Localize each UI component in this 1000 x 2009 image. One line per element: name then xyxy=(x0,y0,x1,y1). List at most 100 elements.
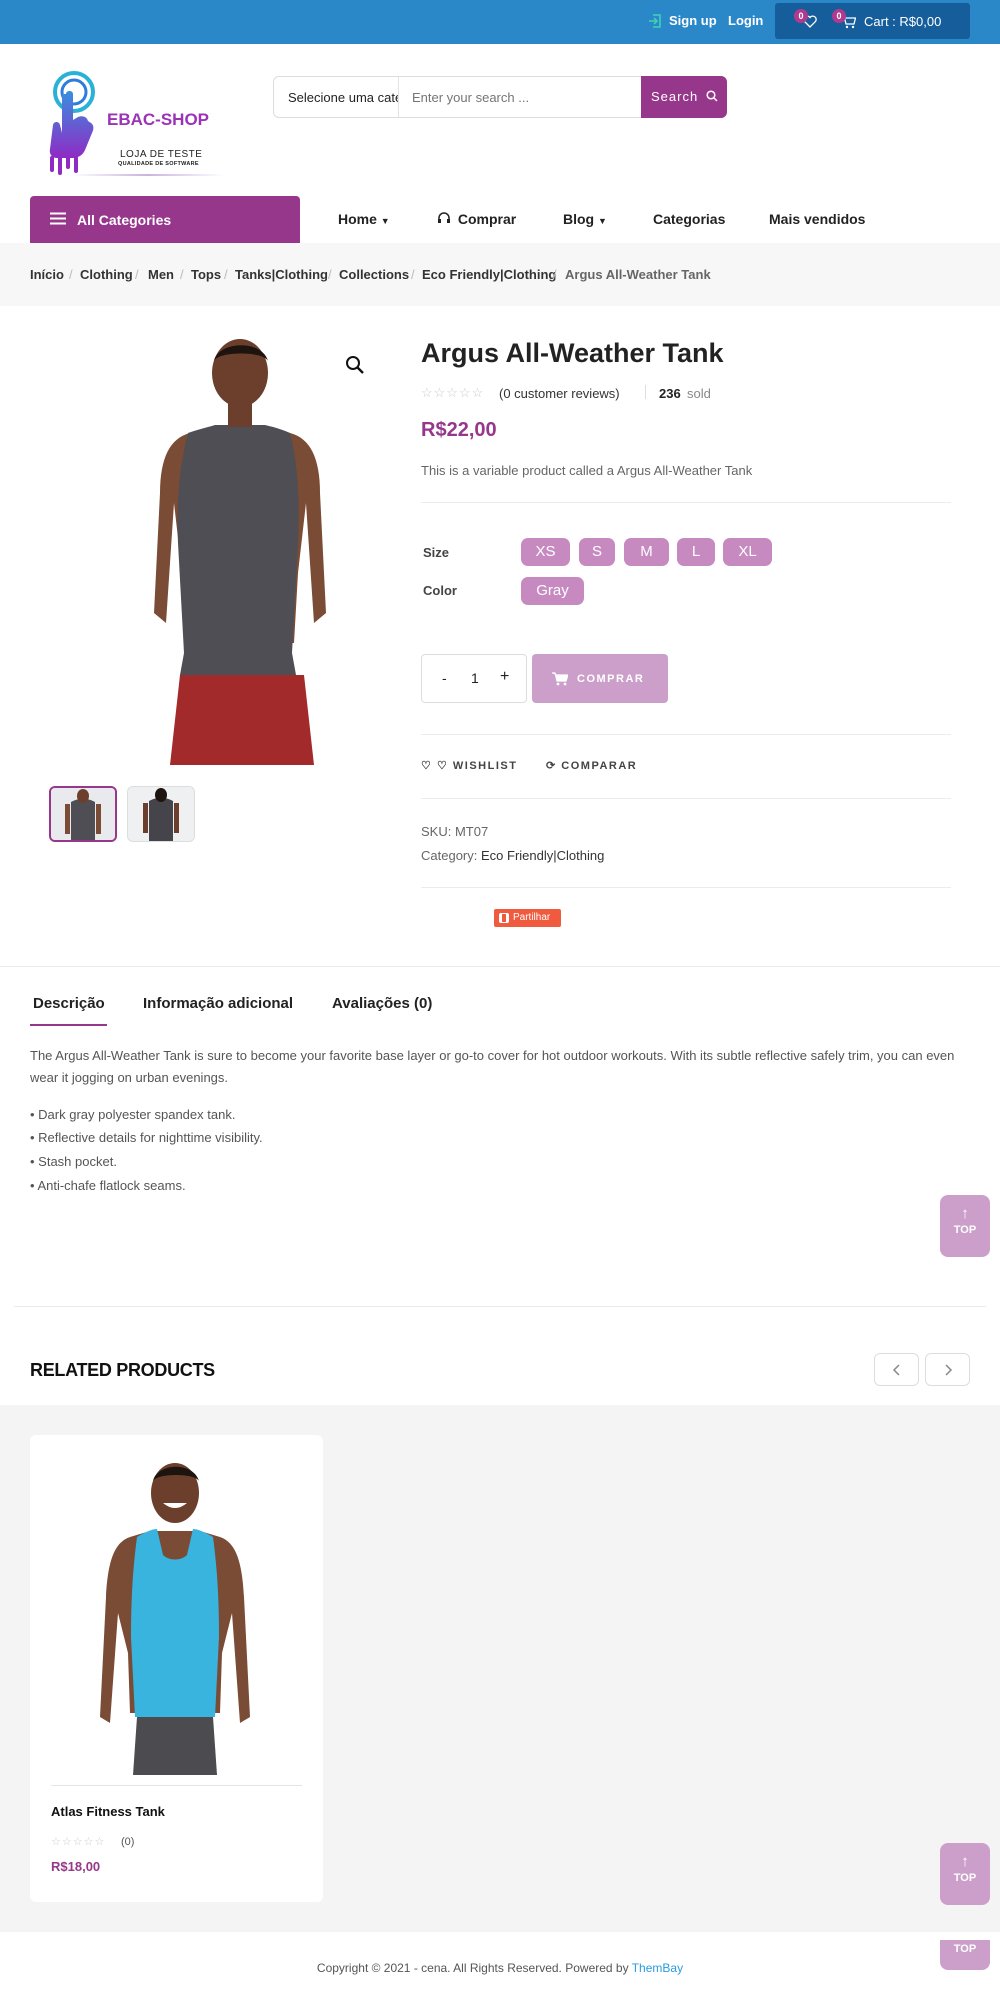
category-row: Category: Eco Friendly|Clothing xyxy=(421,848,604,863)
signup-icon[interactable] xyxy=(648,13,662,29)
arrow-up-icon: ↑ xyxy=(961,1853,969,1870)
headset-icon xyxy=(438,212,450,223)
list-item: • Dark gray polyester spandex tank. xyxy=(30,1107,236,1122)
product-title: Argus All-Weather Tank xyxy=(421,338,724,368)
nav-item-label: Comprar xyxy=(457,211,517,227)
back-to-top-button[interactable]: ↑ TOP xyxy=(940,1843,990,1905)
thembay-link[interactable]: ThemBay xyxy=(632,1961,683,1975)
qty-decrease-button[interactable]: - xyxy=(442,670,447,686)
search-bar: Selecione uma categoria Search xyxy=(273,76,727,118)
compare-link[interactable]: ⟳ COMPARAR xyxy=(546,759,637,772)
product-card-image[interactable] xyxy=(75,1457,275,1775)
category-label: Category: xyxy=(421,848,478,863)
tab-informacao-adicional[interactable]: Informação adicional xyxy=(143,995,293,1012)
tab-descricao[interactable]: Descrição xyxy=(33,995,105,1012)
breadcrumb-separator: / xyxy=(69,267,73,282)
search-button[interactable]: Search xyxy=(641,76,727,118)
breadcrumb-item[interactable]: Clothing xyxy=(80,267,133,282)
wishlist-link[interactable]: ♡ ♡ WISHLIST xyxy=(421,759,517,772)
nav-item-home[interactable]: Home ▼ xyxy=(338,211,390,227)
back-to-top-label: TOP xyxy=(953,1872,977,1884)
cart-count-badge: 0 xyxy=(832,9,846,23)
breadcrumb-separator: / xyxy=(224,267,228,282)
qty-increase-button[interactable]: + xyxy=(500,668,509,686)
breadcrumb-item[interactable]: Início xyxy=(30,267,64,282)
rating-stars-icon: ☆☆☆☆☆ xyxy=(51,1836,106,1848)
logo-subtitle: LOJA DE TESTE xyxy=(120,149,203,160)
share-label: Partilhar xyxy=(513,912,551,923)
nav-item-mais-vendidos[interactable]: Mais vendidos xyxy=(769,211,865,227)
divider xyxy=(14,1306,986,1307)
site-logo[interactable]: EBAC-SHOP LOJA DE TESTE QUALIDADE DE SOF… xyxy=(30,70,230,180)
breadcrumb-item[interactable]: Collections xyxy=(339,267,409,282)
size-option-l[interactable]: L xyxy=(677,538,715,566)
logo-underline xyxy=(70,174,225,176)
breadcrumb-item[interactable]: Men xyxy=(148,267,174,282)
heart-icon: ♡ xyxy=(436,760,449,772)
sku-row: SKU: MT07 xyxy=(421,824,488,839)
compare-label: COMPARAR xyxy=(561,760,638,772)
cart-total[interactable]: Cart : R$0,00 xyxy=(864,14,941,29)
breadcrumb-current: Argus All-Weather Tank xyxy=(565,267,711,282)
breadcrumb-item[interactable]: Eco Friendly|Clothing xyxy=(422,267,556,282)
breadcrumb-separator: / xyxy=(328,267,332,282)
sku-label: SKU: xyxy=(421,824,452,839)
share-button[interactable]: Partilhar xyxy=(494,909,561,927)
login-link[interactable]: Login xyxy=(728,13,763,28)
quantity-stepper: - 1 + xyxy=(421,654,527,703)
search-category-select[interactable]: Selecione uma categoria xyxy=(274,77,399,117)
nav-item-blog[interactable]: Blog ▼ xyxy=(563,211,607,227)
breadcrumb-separator: / xyxy=(180,267,184,282)
caret-down-icon: ▼ xyxy=(380,216,390,226)
search-icon xyxy=(706,90,718,102)
category-link[interactable]: Eco Friendly|Clothing xyxy=(481,848,604,863)
wishlist-count-badge: 0 xyxy=(794,9,808,23)
cart-icon xyxy=(552,672,568,686)
product-short-description: This is a variable product called a Argu… xyxy=(421,463,753,478)
size-option-s[interactable]: S xyxy=(579,538,615,566)
search-input[interactable] xyxy=(400,77,615,117)
qty-input[interactable]: 1 xyxy=(471,670,479,686)
carousel-prev-button[interactable] xyxy=(874,1353,919,1386)
size-option-m[interactable]: M xyxy=(624,538,669,566)
hand-pointer-logo-icon xyxy=(49,71,95,175)
active-tab-indicator xyxy=(30,1024,107,1026)
signup-link[interactable]: Sign up xyxy=(669,13,717,28)
share-icon-cross xyxy=(502,914,506,922)
buy-button[interactable]: COMPRAR xyxy=(532,654,668,703)
cart-box[interactable]: 0 0 Cart : R$0,00 xyxy=(775,3,970,39)
carousel-next-button[interactable] xyxy=(925,1353,970,1386)
product-thumbnail[interactable] xyxy=(49,786,117,842)
back-to-top-label: TOP xyxy=(953,1224,977,1236)
back-to-top-button[interactable]: ↑ TOP xyxy=(940,1195,990,1257)
sold-count: 236 xyxy=(659,386,681,401)
nav-item-comprar[interactable]: Comprar xyxy=(437,211,516,227)
size-option-xs[interactable]: XS xyxy=(521,538,570,566)
divider xyxy=(421,734,951,735)
rating-stars-icon: ☆☆☆☆☆ xyxy=(421,385,485,400)
color-label: Color xyxy=(423,583,457,598)
all-categories-button[interactable]: All Categories xyxy=(30,196,300,243)
reviews-link[interactable]: (0 customer reviews) xyxy=(499,386,620,401)
product-main-image[interactable] xyxy=(100,333,380,765)
tab-avaliacoes[interactable]: Avaliações (0) xyxy=(332,995,432,1012)
breadcrumb-item[interactable]: Tanks|Clothing xyxy=(235,267,328,282)
footer-copyright: Copyright © 2021 - cena. All Rights Rese… xyxy=(0,1961,1000,1975)
color-option-gray[interactable]: Gray xyxy=(521,577,584,605)
zoom-icon[interactable] xyxy=(345,355,371,381)
divider xyxy=(421,887,951,888)
breadcrumb-item[interactable]: Tops xyxy=(191,267,221,282)
back-to-top-label: TOP xyxy=(953,1943,977,1955)
divider xyxy=(0,966,1000,967)
back-to-top-button[interactable]: TOP xyxy=(940,1940,990,1970)
product-card[interactable]: Atlas Fitness Tank ☆☆☆☆☆ (0) R$18,00 xyxy=(30,1435,323,1902)
nav-item-categorias[interactable]: Categorias xyxy=(653,211,725,227)
copyright-text: Copyright © 2021 - cena. All Rights Rese… xyxy=(316,1961,629,1975)
product-thumbnail[interactable] xyxy=(127,786,195,842)
product-card-reviews: (0) xyxy=(121,1836,135,1848)
buy-button-label: COMPRAR xyxy=(577,673,645,685)
product-card-title[interactable]: Atlas Fitness Tank xyxy=(51,1804,165,1819)
list-item: • Anti-chafe flatlock seams. xyxy=(30,1178,186,1193)
size-option-xl[interactable]: XL xyxy=(723,538,772,566)
sku-value: MT07 xyxy=(454,824,489,839)
